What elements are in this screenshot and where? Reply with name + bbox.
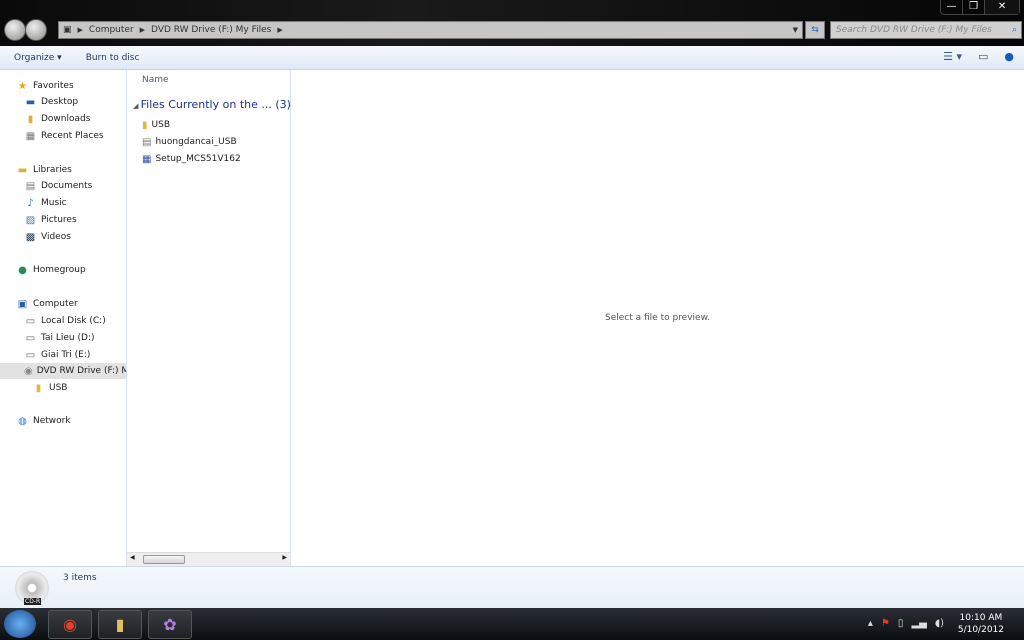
help-icon[interactable]: ● bbox=[1004, 50, 1014, 63]
nav-item-computer[interactable]: ▣ Computer bbox=[0, 296, 126, 312]
nav-item-pictures[interactable]: ▨ Pictures bbox=[0, 212, 126, 228]
window-controls: — ❐ ✕ bbox=[940, 0, 1020, 15]
minimize-button[interactable]: — bbox=[941, 0, 964, 14]
search-icon: ⌕ bbox=[1011, 25, 1017, 35]
preview-pane-icon[interactable]: ▭ bbox=[978, 50, 988, 63]
videos-icon: ▩ bbox=[25, 231, 36, 243]
music-icon: ♪ bbox=[27, 197, 34, 209]
nav-item-libraries[interactable]: ▬ Libraries bbox=[0, 162, 126, 178]
nav-item-documents[interactable]: ▤ Documents bbox=[0, 178, 126, 194]
downloads-icon: ▮ bbox=[27, 113, 34, 125]
command-bar: Organize ▾ Burn to disc bbox=[0, 46, 1024, 70]
horizontal-scrollbar[interactable]: ◀ ▶ bbox=[127, 552, 290, 566]
computer-icon: ▣ bbox=[17, 298, 28, 310]
documents-icon: ▤ bbox=[25, 180, 36, 192]
group-header[interactable]: ◢ Files Currently on the ... (3) bbox=[133, 98, 291, 111]
nav-item-downloads[interactable]: ▮ Downloads bbox=[0, 111, 126, 127]
nav-item-recent-places[interactable]: ▦ Recent Places bbox=[0, 128, 126, 144]
taskbar: ◉ ▮ ✿ ▴ ⚑ ▯ ▂▄ ◖) 10:10 AM 5/10/2012 bbox=[0, 608, 1024, 640]
homegroup-icon: ● bbox=[18, 264, 27, 276]
desktop-icon: ▬ bbox=[25, 96, 36, 108]
nav-item-tai-lieu-d-[interactable]: ▭ Tai Lieu (D:) bbox=[0, 330, 126, 346]
chrome-taskbar-button[interactable]: ◉ bbox=[48, 610, 92, 639]
folder-icon: ▮ bbox=[35, 382, 42, 394]
folder-icon: ▮ bbox=[142, 119, 148, 131]
chevron-down-icon[interactable]: ▼ bbox=[793, 26, 798, 34]
file-list: Name ◢ Files Currently on the ... (3) ▮ U… bbox=[127, 70, 291, 566]
pictures-icon: ▨ bbox=[25, 214, 36, 226]
nav-item-videos[interactable]: ▩ Videos bbox=[0, 229, 126, 245]
setup-icon: ▦ bbox=[142, 153, 152, 165]
action-center-icon[interactable]: ⚑ bbox=[881, 618, 890, 629]
dvd-drive-icon: ◉ bbox=[24, 365, 33, 377]
cd-drive-icon: CD-R bbox=[15, 571, 49, 605]
file-item[interactable]: ▦ Setup_MCS51V162 bbox=[142, 151, 241, 167]
address-bar[interactable]: ▣ ▶ Computer ▶ DVD RW Drive (F:) My Files ▶… bbox=[58, 21, 803, 39]
back-button[interactable] bbox=[4, 19, 26, 41]
breadcrumb-dvd[interactable]: DVD RW Drive (F:) My Files bbox=[151, 25, 271, 35]
nav-item-music[interactable]: ♪ Music bbox=[0, 195, 126, 211]
nav-item-dvd-rw-drive-f-my-files[interactable]: ◉DVD RW Drive (F:) My Files bbox=[0, 363, 126, 379]
libraries-icon: ▬ bbox=[17, 164, 28, 176]
drive-icon: ▭ bbox=[25, 332, 36, 344]
star-icon: ★ bbox=[18, 80, 27, 92]
preview-message: Select a file to preview. bbox=[605, 313, 710, 323]
refresh-button[interactable]: ⇆ bbox=[805, 21, 825, 39]
breadcrumb-computer[interactable]: Computer bbox=[89, 25, 134, 35]
network-signal-icon[interactable]: ▂▄ bbox=[911, 618, 926, 629]
scrollbar-thumb[interactable] bbox=[143, 555, 185, 564]
nav-item-desktop[interactable]: ▬ Desktop bbox=[0, 94, 126, 110]
recent-places-icon: ▦ bbox=[25, 130, 36, 142]
nav-item-network[interactable]: ◍ Network bbox=[0, 413, 126, 429]
show-hidden-icons[interactable]: ▴ bbox=[868, 618, 873, 629]
power-icon[interactable]: ▯ bbox=[898, 618, 904, 629]
burn-to-disc-button[interactable]: Burn to disc bbox=[86, 53, 140, 63]
drive-icon: ▭ bbox=[25, 349, 36, 361]
drive-icon: ▭ bbox=[25, 315, 36, 327]
explorer-taskbar-button[interactable]: ▮ bbox=[98, 610, 142, 639]
nav-item-usb[interactable]: ▮ USB bbox=[0, 380, 126, 396]
search-input[interactable]: Search DVD RW Drive (F:) My Files ⌕ bbox=[830, 21, 1022, 39]
messenger-taskbar-button[interactable]: ✿ bbox=[148, 610, 192, 639]
navigation-pane: ★ Favorites ▬ Desktop ▮ Downloads ▦ Recent Plac… bbox=[0, 70, 127, 566]
file-item[interactable]: ▮ USB bbox=[142, 117, 170, 133]
nav-item-local-disk-c-[interactable]: ▭ Local Disk (C:) bbox=[0, 313, 126, 329]
nav-item-favorites[interactable]: ★ Favorites bbox=[0, 78, 126, 94]
nav-item-homegroup[interactable]: ● Homegroup bbox=[0, 262, 126, 278]
start-button[interactable] bbox=[4, 610, 36, 638]
file-item[interactable]: ▤ huongdancai_USB bbox=[142, 134, 237, 150]
details-pane: CD-R 3 items bbox=[0, 566, 1024, 608]
preview-pane: Select a file to preview. bbox=[291, 70, 1024, 566]
column-header-name[interactable]: Name bbox=[142, 75, 169, 85]
view-options-icon[interactable]: ☰ ▾ bbox=[943, 50, 962, 63]
computer-icon: ▣ bbox=[63, 25, 72, 35]
organize-button[interactable]: Organize ▾ bbox=[14, 53, 62, 63]
view-controls: ☰ ▾ ▭ ● bbox=[943, 50, 1014, 63]
nav-item-giai-tri-e-[interactable]: ▭ Giai Tri (E:) bbox=[0, 347, 126, 363]
clock[interactable]: 10:10 AM 5/10/2012 bbox=[958, 612, 1004, 636]
volume-icon[interactable]: ◖) bbox=[935, 618, 944, 629]
system-tray: ▴ ⚑ ▯ ▂▄ ◖) bbox=[868, 618, 944, 629]
text-file-icon: ▤ bbox=[142, 136, 152, 148]
forward-button[interactable] bbox=[25, 19, 47, 41]
close-button[interactable]: ✕ bbox=[985, 0, 1019, 14]
network-icon: ◍ bbox=[18, 415, 27, 427]
item-count: 3 items bbox=[63, 573, 97, 583]
maximize-button[interactable]: ❐ bbox=[963, 0, 986, 14]
